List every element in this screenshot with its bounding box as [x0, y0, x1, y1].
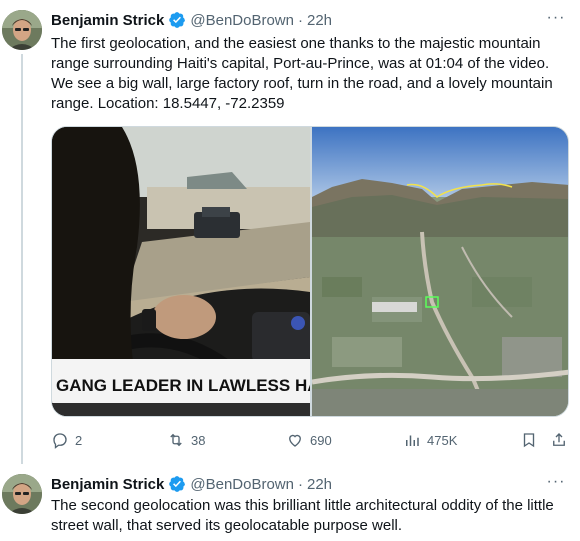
separator-dot: · [297, 475, 303, 493]
repost-count: 38 [191, 432, 206, 448]
tweet-1[interactable]: Benjamin Strick @BenDoBrown · 22h ··· Th… [0, 0, 580, 460]
separator-dot: · [297, 11, 303, 29]
author-avatar[interactable] [2, 10, 42, 50]
author-avatar[interactable] [2, 474, 42, 514]
author-handle[interactable]: @BenDoBrown [190, 476, 294, 493]
tweet-media[interactable]: GANG LEADER IN LAWLESS HAITIAN TERI [51, 126, 569, 417]
like-button[interactable]: 690 [286, 430, 332, 450]
tweet-header: Benjamin Strick @BenDoBrown · 22h [51, 474, 332, 494]
more-icon[interactable]: ··· [546, 474, 566, 496]
video-frame-image[interactable]: GANG LEADER IN LAWLESS HAITIAN TERI [52, 127, 407, 416]
bookmark-button[interactable] [520, 430, 538, 450]
views-button[interactable]: 475K [403, 430, 457, 450]
tweet-header: Benjamin Strick @BenDoBrown · 22h [51, 10, 332, 30]
tweet-timestamp[interactable]: 22h [307, 476, 332, 493]
author-handle[interactable]: @BenDoBrown [190, 12, 294, 29]
views-count: 475K [427, 432, 458, 448]
media-caption: GANG LEADER IN LAWLESS HAITIAN TERI [56, 376, 310, 395]
verified-badge-icon [168, 475, 186, 493]
bookmark-icon [523, 433, 535, 448]
share-button[interactable] [550, 430, 568, 450]
reply-button[interactable]: 2 [51, 430, 82, 450]
repost-icon [170, 433, 182, 447]
more-icon[interactable]: ··· [546, 10, 566, 32]
share-icon [553, 433, 565, 446]
tweet-text: The second geolocation was this brillian… [51, 497, 554, 534]
tweet-actions: 2 38 690 475K [51, 430, 571, 450]
reply-icon [53, 433, 67, 449]
tweet-text: The first geolocation, and the easiest o… [51, 35, 553, 112]
author-name[interactable]: Benjamin Strick [51, 12, 164, 29]
verified-badge-icon [168, 11, 186, 29]
satellite-map-image[interactable] [311, 127, 568, 416]
repost-button[interactable]: 38 [167, 430, 205, 450]
author-name[interactable]: Benjamin Strick [51, 476, 164, 493]
heart-icon [289, 434, 301, 447]
tweet-timestamp[interactable]: 22h [307, 12, 332, 29]
views-icon [406, 435, 419, 446]
like-count: 690 [310, 432, 332, 448]
tweet-2[interactable]: Benjamin Strick @BenDoBrown · 22h ··· Th… [0, 464, 580, 541]
reply-count: 2 [75, 432, 83, 448]
